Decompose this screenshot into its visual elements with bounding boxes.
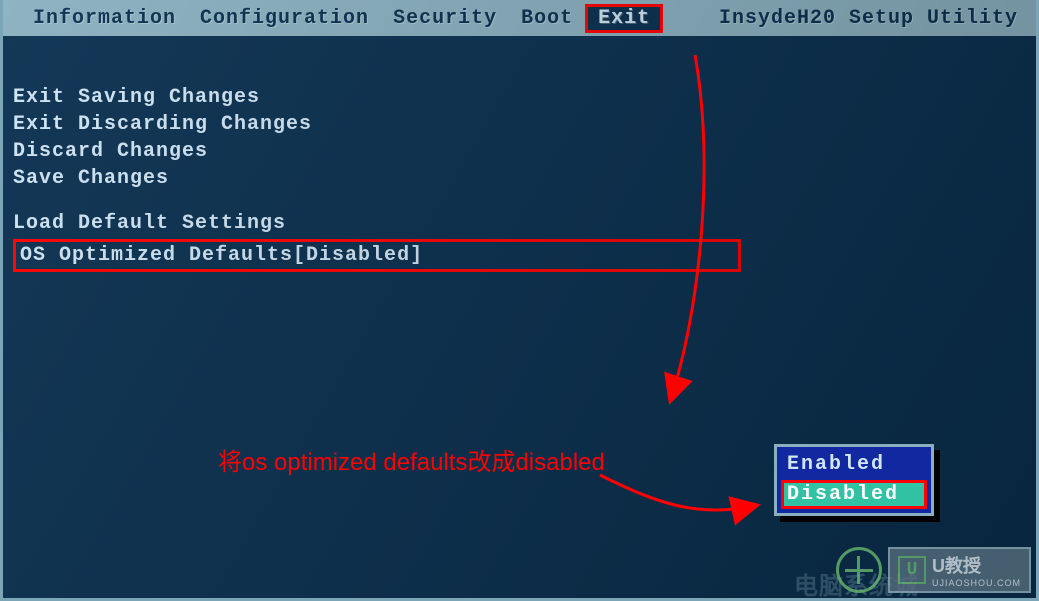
watermark-logo: U U教授 UJIAOSHOU.COM xyxy=(888,547,1031,593)
tab-exit[interactable]: Exit xyxy=(585,4,663,33)
menu-discard-changes[interactable]: Discard Changes xyxy=(13,140,1026,163)
menu-exit-discarding[interactable]: Exit Discarding Changes xyxy=(13,113,1026,136)
tab-configuration[interactable]: Configuration xyxy=(188,5,381,32)
bios-tabs: Information Configuration Security Boot … xyxy=(21,4,663,33)
annotation-text: 将os optimized defaults改成disabled xyxy=(218,442,605,477)
menu-save-changes[interactable]: Save Changes xyxy=(13,167,1026,190)
exit-panel: Exit Saving Changes Exit Discarding Chan… xyxy=(3,36,1036,282)
annotation-highlight-box: OS Optimized Defaults [Disabled] xyxy=(13,239,741,272)
os-opt-label: OS Optimized Defaults xyxy=(20,244,293,267)
os-opt-value: [Disabled] xyxy=(293,244,423,267)
os-opt-popup: Enabled Disabled xyxy=(774,444,934,516)
tab-boot[interactable]: Boot xyxy=(509,5,585,32)
bios-menubar: Information Configuration Security Boot … xyxy=(3,0,1036,36)
menu-os-optimized-defaults[interactable]: OS Optimized Defaults [Disabled] xyxy=(13,239,1026,272)
watermark-url: UJIAOSHOU.COM xyxy=(932,578,1021,588)
watermark: U U教授 UJIAOSHOU.COM xyxy=(836,547,1031,593)
popup-option-disabled[interactable]: Disabled xyxy=(781,480,927,509)
tab-information[interactable]: Information xyxy=(21,5,188,32)
watermark-brand: U教授 xyxy=(932,552,1021,578)
popup-option-enabled[interactable]: Enabled xyxy=(781,451,927,478)
menu-load-defaults[interactable]: Load Default Settings xyxy=(13,212,1026,235)
watermark-u-icon: U xyxy=(898,556,926,584)
bios-brand: InsydeH20 Setup Utility xyxy=(719,7,1018,30)
menu-exit-saving[interactable]: Exit Saving Changes xyxy=(13,86,1026,109)
tab-security[interactable]: Security xyxy=(381,5,509,32)
watermark-badge-icon xyxy=(836,547,882,593)
